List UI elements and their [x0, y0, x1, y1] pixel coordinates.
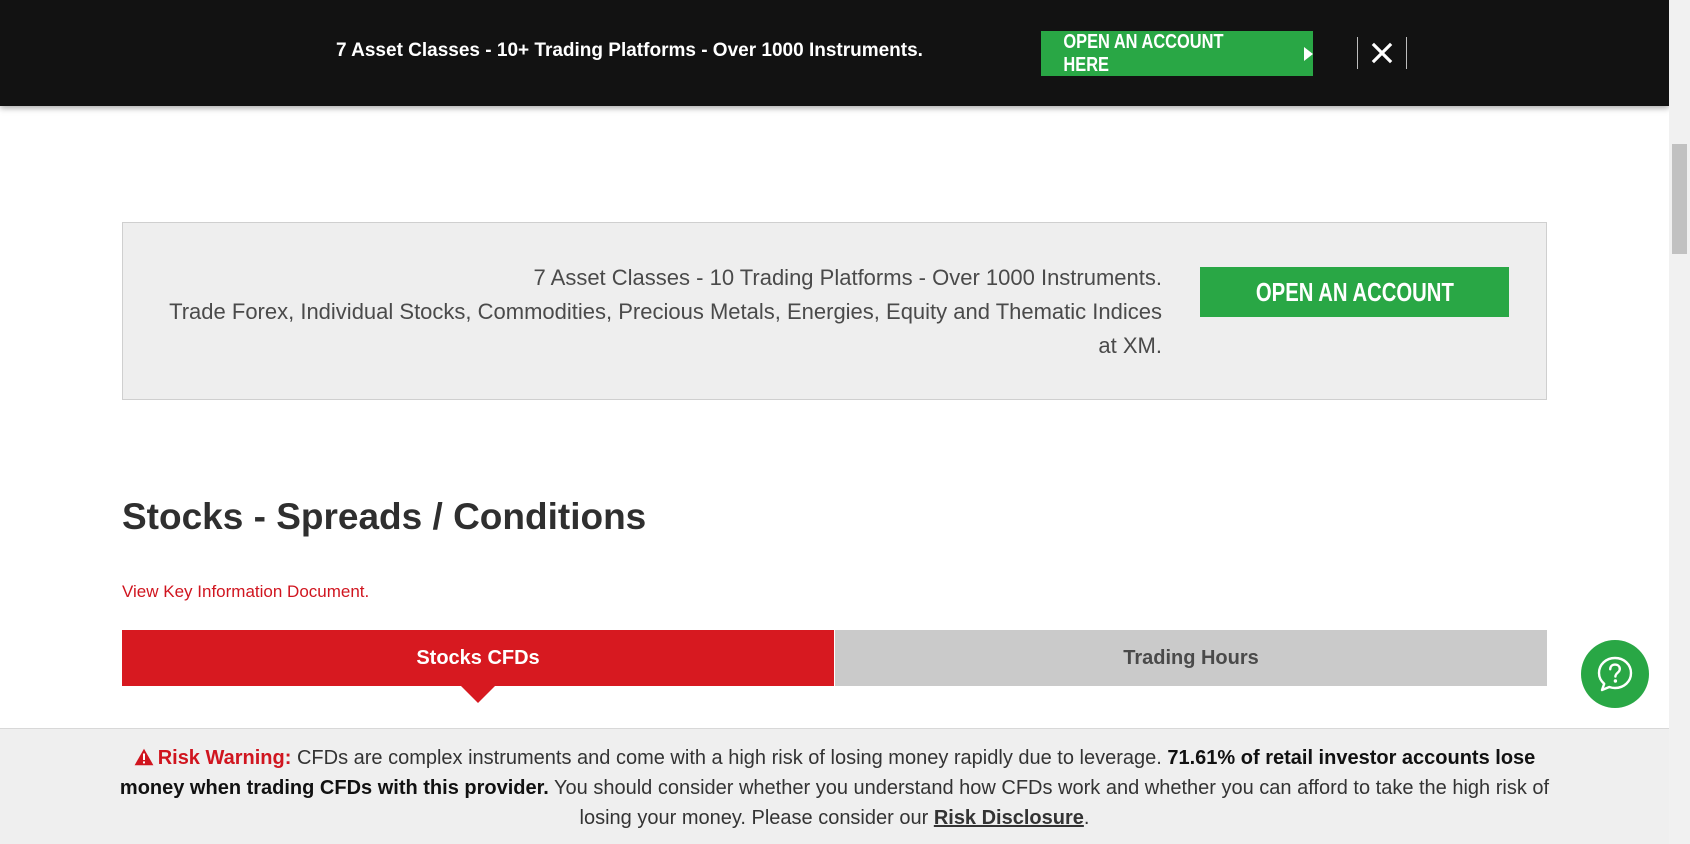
help-button[interactable]: [1581, 640, 1649, 708]
tab-stocks-cfds-label: Stocks CFDs: [416, 646, 540, 669]
risk-warning-bar: Risk Warning: CFDs are complex instrumen…: [0, 728, 1669, 844]
risk-warning-end: .: [1083, 807, 1090, 829]
active-tab-pointer: [461, 686, 495, 703]
key-information-document-link[interactable]: View Key Information Document.: [122, 582, 369, 602]
open-account-button[interactable]: OPEN AN ACCOUNT: [1200, 267, 1509, 317]
risk-disclosure-link[interactable]: Risk Disclosure: [934, 807, 1084, 829]
promo-box: 7 Asset Classes - 10 Trading Platforms -…: [122, 222, 1547, 400]
close-promo-button[interactable]: [1357, 37, 1407, 69]
open-account-here-label: OPEN AN ACCOUNT HERE: [1063, 30, 1224, 76]
tab-stocks-cfds[interactable]: Stocks CFDs: [122, 630, 834, 703]
promo-text: 7 Asset Classes - 10 Trading Platforms -…: [162, 261, 1162, 363]
question-circle-icon: [1597, 656, 1633, 692]
top-promo-bar: 7 Asset Classes - 10+ Trading Platforms …: [0, 0, 1669, 106]
open-account-here-button[interactable]: OPEN AN ACCOUNT HERE: [1041, 31, 1313, 76]
page-title: Stocks - Spreads / Conditions: [122, 496, 647, 537]
scrollbar-thumb[interactable]: [1672, 144, 1687, 254]
tab-trading-hours-label: Trading Hours: [1123, 646, 1259, 669]
play-triangle-icon: [1304, 46, 1313, 61]
tabs: Stocks CFDs Trading Hours: [122, 630, 1547, 703]
close-icon: [1371, 42, 1393, 64]
scrollbar-track[interactable]: [1669, 0, 1690, 844]
warning-triangle-icon: [134, 748, 154, 766]
risk-warning-text-1: CFDs are complex instruments and come wi…: [291, 747, 1168, 769]
page-viewport: 7 Asset Classes - 10+ Trading Platforms …: [0, 0, 1690, 844]
tab-trading-hours[interactable]: Trading Hours: [834, 630, 1547, 686]
promo-line-2: Trade Forex, Individual Stocks, Commodit…: [169, 299, 1162, 358]
promo-line-1: 7 Asset Classes - 10 Trading Platforms -…: [533, 265, 1162, 290]
risk-warning-text: Risk Warning: CFDs are complex instrumen…: [118, 743, 1551, 833]
open-account-label: OPEN AN ACCOUNT: [1255, 276, 1454, 307]
top-promo-text: 7 Asset Classes - 10+ Trading Platforms …: [336, 40, 923, 61]
risk-warning-label: Risk Warning:: [157, 747, 292, 769]
